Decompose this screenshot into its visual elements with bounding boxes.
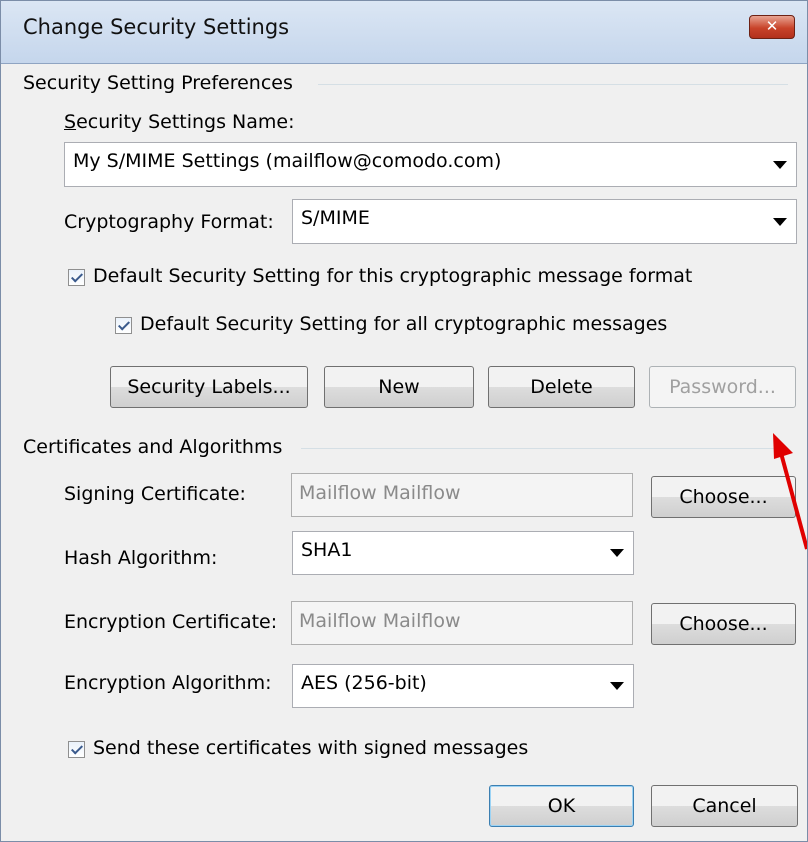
cryptography-format-value: S/MIME <box>301 207 370 229</box>
send-certificates-label: Send these certificates with signed mess… <box>93 737 529 759</box>
chevron-down-icon[interactable] <box>610 682 624 690</box>
encryption-certificate-value: Mailflow Mailflow <box>299 610 461 632</box>
cryptography-format-label: Cryptography Format: <box>64 211 274 233</box>
default-all-checkbox[interactable] <box>115 317 132 334</box>
preferences-group-divider <box>318 84 788 85</box>
signing-certificate-label: Signing Certificate: <box>64 483 246 505</box>
default-all-label: Default Security Setting for all cryptog… <box>140 313 668 335</box>
send-certificates-checkbox[interactable] <box>68 741 85 758</box>
security-settings-name-value: My S/MIME Settings (mailflow@comodo.com) <box>73 150 502 172</box>
security-settings-name-combobox[interactable]: My S/MIME Settings (mailflow@comodo.com) <box>64 142 797 187</box>
default-format-label: Default Security Setting for this crypto… <box>93 265 693 287</box>
hash-algorithm-combobox[interactable]: SHA1 <box>292 531 634 575</box>
encryption-algorithm-label: Encryption Algorithm: <box>64 672 272 694</box>
signing-certificate-value: Mailflow Mailflow <box>299 482 461 504</box>
security-labels-button[interactable]: Security Labels... <box>110 366 308 408</box>
choose-encryption-certificate-button[interactable]: Choose... <box>651 603 796 645</box>
encryption-algorithm-value: AES (256-bit) <box>301 672 427 694</box>
encryption-algorithm-combobox[interactable]: AES (256-bit) <box>292 664 634 708</box>
signing-certificate-field: Mailflow Mailflow <box>291 473 633 517</box>
chevron-down-icon[interactable] <box>610 549 624 557</box>
title-bar: Change Security Settings ✕ <box>1 1 807 64</box>
new-button[interactable]: New <box>324 366 474 408</box>
preferences-group-heading: Security Setting Preferences <box>23 72 293 94</box>
encryption-certificate-field: Mailflow Mailflow <box>291 601 633 645</box>
chevron-down-icon[interactable] <box>773 217 787 226</box>
certificates-group-divider <box>301 448 788 449</box>
close-button[interactable]: ✕ <box>749 15 795 39</box>
encryption-certificate-label: Encryption Certificate: <box>64 611 278 633</box>
change-security-settings-dialog: Change Security Settings ✕ Security Sett… <box>0 0 808 842</box>
cryptography-format-combobox[interactable]: S/MIME <box>292 199 797 244</box>
window-title: Change Security Settings <box>23 15 290 39</box>
password-button[interactable]: Password... <box>649 366 796 408</box>
certificates-group-heading: Certificates and Algorithms <box>23 436 283 458</box>
delete-button[interactable]: Delete <box>488 366 635 408</box>
default-format-checkbox[interactable] <box>68 269 85 286</box>
ok-button[interactable]: OK <box>489 785 634 827</box>
hash-algorithm-label: Hash Algorithm: <box>64 547 218 569</box>
hash-algorithm-value: SHA1 <box>301 539 353 561</box>
cancel-button[interactable]: Cancel <box>651 785 798 827</box>
security-settings-name-label: Security Settings Name: <box>64 111 295 133</box>
chevron-down-icon[interactable] <box>773 160 787 169</box>
annotation-arrow-icon <box>773 433 807 550</box>
